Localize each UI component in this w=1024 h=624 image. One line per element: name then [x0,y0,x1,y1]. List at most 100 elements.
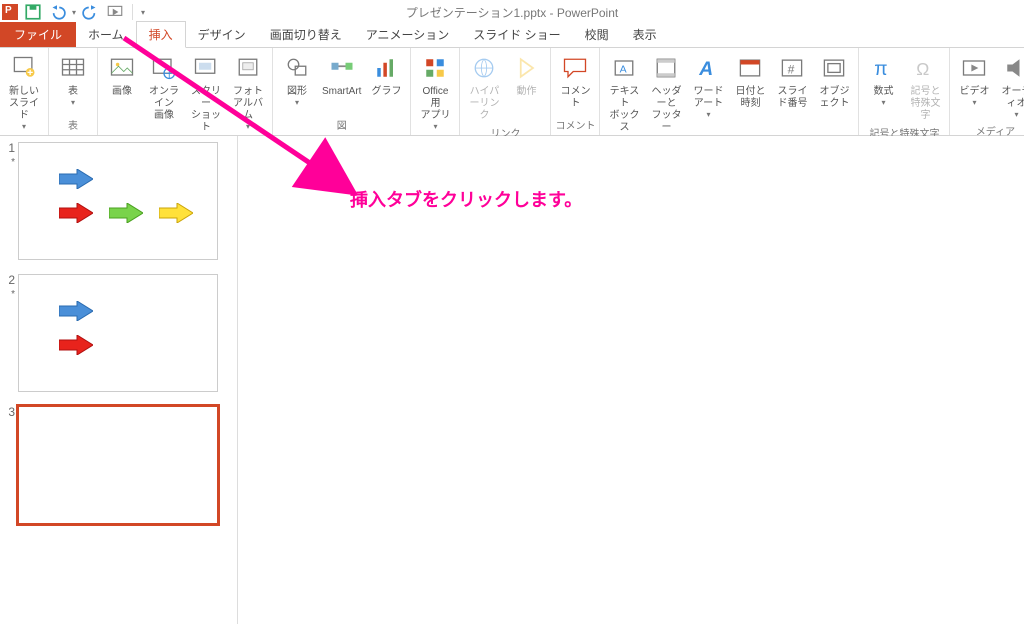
thumbnail-item[interactable]: 1* [4,142,229,260]
tab-file[interactable]: ファイル [0,22,76,47]
office-apps-button[interactable]: Office 用 アプリ [415,50,455,134]
object-label: オブジェクト [817,86,851,110]
ribbon-tabs: ファイル ホーム 挿入 デザイン 画面切り替え アニメーション スライド ショー… [0,24,1024,48]
photo-album-button[interactable]: フォト アルバム [228,50,268,134]
header-footer-button[interactable]: ヘッダーと フッター [646,50,686,136]
screenshot-label: スクリー ショット [189,86,223,134]
video-icon [958,52,990,84]
video-label: ビデオ [959,86,989,98]
equation-button[interactable]: π 数式 [863,50,903,110]
comment-button[interactable]: コメント [555,50,595,112]
tab-view[interactable]: 表示 [621,22,669,47]
audio-icon [1000,52,1024,84]
smartart-icon [326,52,358,84]
tab-insert[interactable]: 挿入 [136,21,186,48]
slide-thumbnails-panel[interactable]: 1* 2* 3 [0,136,238,624]
thumbnail-slide[interactable] [18,142,218,260]
save-button[interactable] [24,3,42,21]
ribbon: 新しい スライド スライド 表 表 画像 オンライン 画像 スクリー [0,48,1024,136]
header-footer-icon [650,52,682,84]
undo-button[interactable] [48,3,66,21]
chart-icon [370,52,402,84]
redo-button[interactable] [82,3,100,21]
photo-album-icon [232,52,264,84]
equation-icon: π [867,52,899,84]
wordart-label: ワードアート [691,86,725,110]
group-links: ハイパーリンク 動作 リンク [460,48,551,135]
datetime-button[interactable]: 日付と 時刻 [730,50,770,112]
group-media: ビデオ オーディオ メディア [950,48,1024,135]
shapes-button[interactable]: 図形 [277,50,317,110]
tab-transition[interactable]: 画面切り替え [258,22,354,47]
svg-text:A: A [699,59,714,80]
tab-design[interactable]: デザイン [186,22,258,47]
shapes-icon [281,52,313,84]
svg-text:π: π [875,59,888,80]
equation-label: 数式 [873,86,893,98]
wordart-button[interactable]: A ワードアート [688,50,728,122]
screenshot-button[interactable]: スクリー ショット [186,50,226,146]
hyperlink-icon [468,52,500,84]
separator [132,4,133,20]
thumbnail-item[interactable]: 2* [4,274,229,392]
svg-text:#: # [788,62,795,76]
datetime-label: 日付と 時刻 [735,86,765,110]
slide-number-icon: # [776,52,808,84]
arrow-shape [59,335,93,355]
new-slide-label: 新しい スライド [7,86,41,122]
picture-icon [106,52,138,84]
header-footer-label: ヘッダーと フッター [649,86,683,134]
office-apps-icon [419,52,451,84]
slide-number-button[interactable]: # スライド番号 [772,50,812,112]
thumbnail-slide[interactable] [18,274,218,392]
table-button[interactable]: 表 [53,50,93,110]
group-symbols: π 数式 Ω 記号と 特殊文字 記号と特殊文字 [859,48,950,135]
thumbnail-number: 2* [4,274,18,392]
object-button[interactable]: オブジェクト [814,50,854,112]
qat-customize-icon[interactable]: ▾ [141,8,145,17]
svg-text:A: A [620,63,627,75]
picture-button[interactable]: 画像 [102,50,142,100]
table-label: 表 [68,86,78,98]
svg-text:Ω: Ω [917,59,930,79]
thumbnail-slide[interactable] [18,406,218,524]
office-apps-label: Office 用 アプリ [418,86,452,122]
photo-album-label: フォト アルバム [231,86,265,122]
hyperlink-button[interactable]: ハイパーリンク [464,50,504,124]
group-label: 図 [277,116,406,135]
symbol-button[interactable]: Ω 記号と 特殊文字 [905,50,945,124]
app-icon [2,4,18,20]
online-pictures-icon [148,52,180,84]
action-button[interactable]: 動作 [506,50,546,100]
online-pictures-button[interactable]: オンライン 画像 [144,50,184,124]
screenshot-icon [190,52,222,84]
group-tables: 表 表 [49,48,98,135]
start-slideshow-button[interactable] [106,3,124,21]
new-slide-button[interactable]: 新しい スライド [4,50,44,134]
datetime-icon [734,52,766,84]
action-icon [510,52,542,84]
arrow-shape [59,169,93,189]
picture-label: 画像 [112,86,132,98]
audio-button[interactable]: オーディオ [996,50,1024,122]
smartart-button[interactable]: SmartArt [319,50,364,100]
table-icon [57,52,89,84]
chart-label: グラフ [371,86,401,98]
hyperlink-label: ハイパーリンク [467,86,501,122]
video-button[interactable]: ビデオ [954,50,994,110]
chart-button[interactable]: グラフ [366,50,406,100]
textbox-label: テキスト ボックス [607,86,641,134]
tab-home[interactable]: ホーム [76,22,136,47]
arrow-shape [159,203,193,223]
annotation-text: 挿入タブをクリックします。 [350,186,582,212]
comment-icon [559,52,591,84]
thumbnail-item[interactable]: 3 [4,406,229,524]
textbox-button[interactable]: A テキスト ボックス [604,50,644,146]
tab-animation[interactable]: アニメーション [354,22,462,47]
group-comments: コメント コメント [551,48,600,135]
thumbnail-number: 3 [4,406,18,524]
tab-slideshow[interactable]: スライド ショー [461,22,572,47]
shapes-label: 図形 [287,86,307,98]
tab-review[interactable]: 校閲 [573,22,621,47]
symbol-label: 記号と 特殊文字 [908,86,942,122]
